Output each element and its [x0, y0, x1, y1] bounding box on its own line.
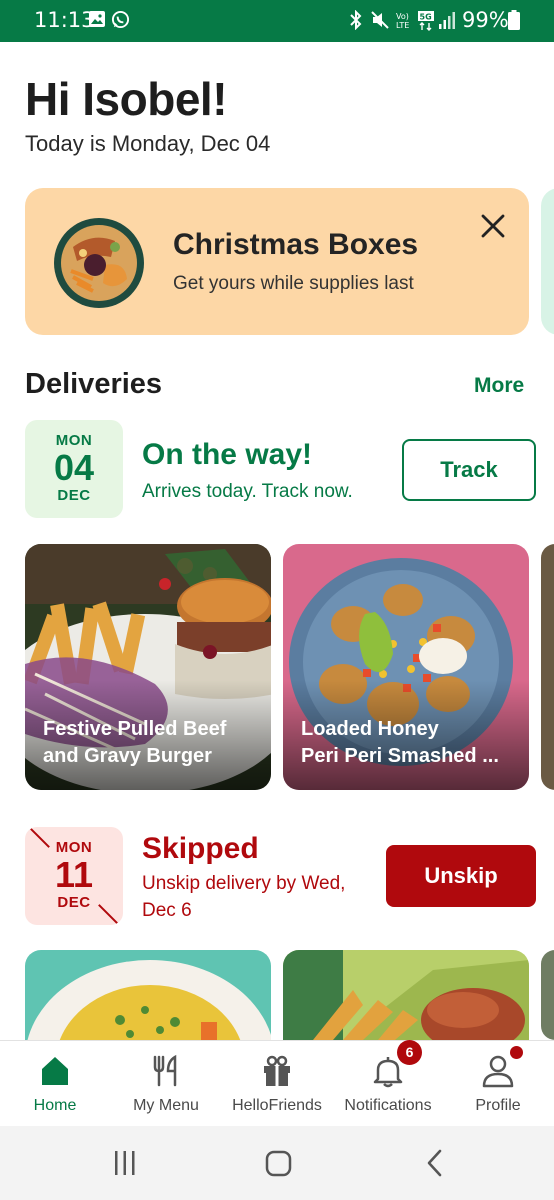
nav-notifications[interactable]: Notifications — [333, 1041, 443, 1127]
nav-hellofriends[interactable]: HelloFriends — [222, 1041, 332, 1127]
volte-icon: Vo) LTE — [396, 12, 409, 30]
next-recipe-card-peek[interactable] — [541, 950, 554, 1040]
nav-label: Profile — [475, 1097, 521, 1114]
signal-icon — [439, 12, 455, 29]
delivery-status-detail: Arrives today. Track now. — [142, 481, 353, 502]
nav-label: Home — [33, 1097, 77, 1114]
recipe-card[interactable] — [25, 950, 271, 1040]
today-date: Today is Monday, Dec 04 — [25, 131, 271, 156]
christmas-box-dish-image — [54, 218, 144, 308]
svg-text:Vo): Vo) — [396, 12, 409, 21]
track-button[interactable]: Track — [402, 439, 536, 501]
recipe-title-line-2: and Gravy Burger — [43, 745, 212, 767]
home-icon — [42, 1057, 68, 1085]
nav-label: My Menu — [133, 1097, 199, 1114]
recent-apps-icon[interactable] — [112, 1146, 138, 1180]
recipe-card[interactable]: Festive Pulled Beef and Gravy Burger — [25, 544, 271, 790]
nav-label: HelloFriends — [232, 1097, 322, 1114]
home-system-icon[interactable] — [264, 1146, 294, 1180]
delivery-status-title: On the way! — [142, 438, 313, 471]
skipped-status-title: Skipped — [142, 832, 259, 865]
nav-my-menu[interactable]: My Menu — [111, 1041, 221, 1127]
recipe-card[interactable]: Loaded Honey Peri Peri Smashed ... — [283, 544, 529, 790]
recipe-title: Loaded Honey Peri Peri Smashed ... — [301, 716, 515, 770]
next-recipe-card-peek[interactable] — [541, 544, 554, 790]
promo-card[interactable]: Christmas Boxes Get yours while supplies… — [25, 188, 529, 335]
next-promo-card-peek[interactable] — [541, 188, 554, 335]
mute-icon — [371, 11, 389, 29]
recipe-title-line-2: Peri Peri Smashed ... — [301, 745, 499, 767]
bluetooth-icon — [350, 10, 362, 30]
status-time: 11:13 — [34, 8, 95, 32]
5g-icon: 5G — [418, 11, 434, 31]
date-month: DEC — [57, 894, 91, 911]
gallery-icon — [89, 11, 105, 27]
skipped-date-badge: MON 11 DEC — [25, 827, 123, 925]
notification-count-badge: 6 — [397, 1040, 422, 1065]
deliveries-title: Deliveries — [25, 368, 163, 400]
recipe-title-line-1: Festive Pulled Beef — [43, 718, 227, 740]
whatsapp-icon — [111, 10, 130, 29]
date-day: 11 — [54, 854, 94, 895]
date-day: 04 — [53, 447, 95, 488]
system-nav-bar — [0, 1126, 554, 1200]
promo-title: Christmas Boxes — [173, 228, 419, 261]
fork-knife-icon — [153, 1054, 177, 1087]
close-icon[interactable] — [477, 210, 509, 242]
back-icon[interactable] — [424, 1146, 446, 1180]
svg-text:LTE: LTE — [396, 21, 409, 30]
omelette-recipe-image — [25, 950, 271, 1040]
bottom-nav: Home My Menu HelloFriends Notifications — [0, 1040, 554, 1126]
promo-subtitle: Get yours while supplies last — [173, 273, 414, 294]
skipped-status-detail: Unskip delivery by Wed, Dec 6 — [142, 873, 346, 921]
recipe-title: Festive Pulled Beef and Gravy Burger — [43, 716, 257, 770]
battery-icon — [508, 10, 520, 30]
recipe-card[interactable] — [283, 950, 529, 1040]
svg-text:5G: 5G — [420, 13, 432, 22]
greeting-title: Hi Isobel! — [25, 73, 228, 125]
status-bar: 11:13 Vo) LTE 5G 99% — [0, 0, 554, 42]
battery-percent: 99% — [462, 8, 509, 32]
person-icon — [482, 1055, 514, 1088]
more-link[interactable]: More — [474, 374, 524, 398]
date-month: DEC — [57, 487, 91, 504]
nav-profile[interactable]: Profile — [443, 1041, 553, 1127]
delivery-date-badge: MON 04 DEC — [25, 420, 123, 518]
gift-icon — [264, 1055, 290, 1086]
unskip-button[interactable]: Unskip — [386, 845, 536, 907]
recipe-title-line-1: Loaded Honey — [301, 718, 439, 740]
nav-home[interactable]: Home — [0, 1041, 110, 1127]
wedges-recipe-image — [283, 950, 529, 1040]
profile-alert-dot — [510, 1046, 523, 1059]
nav-label: Notifications — [344, 1097, 432, 1114]
